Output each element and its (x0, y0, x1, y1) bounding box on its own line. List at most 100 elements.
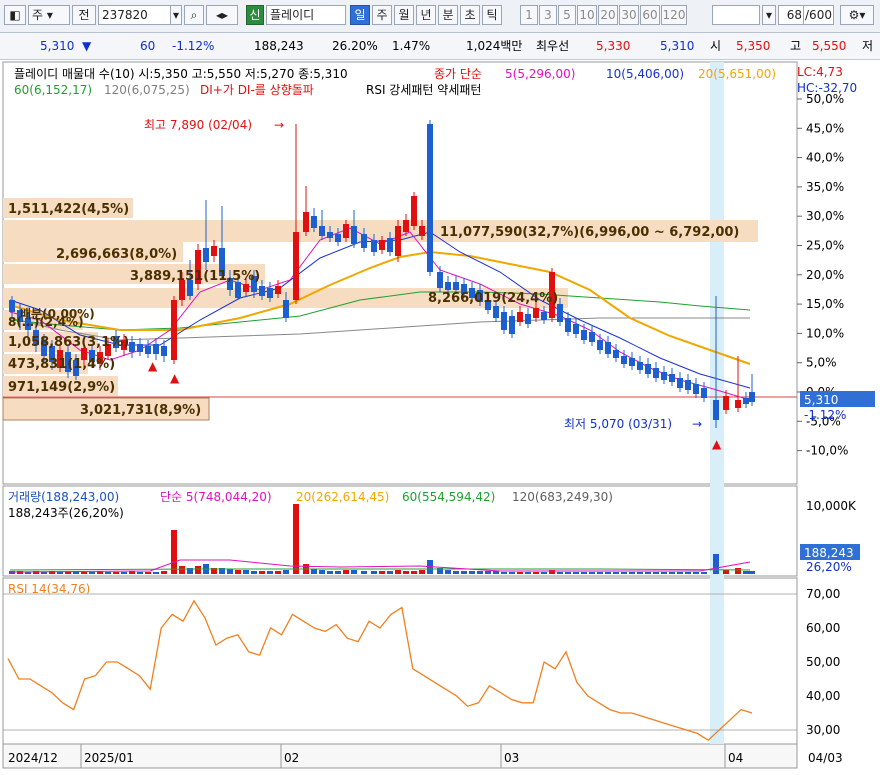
volume-bar (445, 570, 451, 574)
turnover-rate: 1.47% (392, 39, 431, 53)
stock-code-input[interactable]: 237820 (98, 5, 180, 25)
ma5-legend: 5(5,296,00) (505, 67, 575, 81)
volume-bar (293, 504, 299, 574)
interval-button[interactable]: 20 (598, 5, 618, 25)
search-icon[interactable]: ⌕ (184, 5, 204, 25)
period-tab[interactable]: 초 (460, 5, 480, 25)
volume-bar (597, 572, 603, 574)
volume-bar (485, 571, 491, 574)
signal-rsi: RSI 강세패턴 약세패턴 (366, 82, 481, 97)
period-tab[interactable]: 주 (372, 5, 392, 25)
scope-select[interactable]: 전 (72, 5, 96, 25)
volume-bar (685, 572, 691, 574)
interval-button[interactable]: 60 (640, 5, 660, 25)
volume-bar (235, 570, 241, 574)
volume-bar (661, 572, 667, 574)
volume-bar (371, 571, 377, 574)
candle-body (145, 346, 151, 354)
candle-body (311, 216, 317, 228)
volume-bar (105, 572, 111, 574)
profile-label: 2,696,663(8,0%) (56, 247, 177, 262)
volume-bar (379, 571, 385, 574)
volume-bar (179, 566, 185, 574)
signal-di: DI+가 DI-를 상향돌파 (200, 83, 314, 97)
candle[interactable] (411, 192, 417, 230)
candle-body (605, 342, 611, 354)
x-axis-label: 2025/01 (84, 751, 134, 765)
window-menu-icon[interactable]: ◧ (4, 5, 26, 25)
volume-bar (743, 571, 749, 574)
interval-button[interactable]: 10 (577, 5, 597, 25)
candle-body (501, 312, 507, 330)
volume-axis-top: 10,000K (806, 499, 857, 513)
interval-button[interactable]: 120 (661, 5, 687, 25)
volume-bar (387, 571, 393, 574)
period-tab[interactable]: 일 (350, 5, 370, 25)
volume-bar (311, 569, 317, 574)
market-select[interactable]: 주 ▾ (28, 5, 70, 25)
candle-body (573, 324, 579, 334)
interval-button[interactable]: 1 (520, 5, 538, 25)
volume-ratio: 26.20% (332, 39, 378, 53)
price-change-pct: -1.12% (172, 39, 215, 53)
period-tab[interactable]: 년 (416, 5, 436, 25)
candle-body (259, 286, 265, 296)
current-price: 5,310 (40, 39, 75, 53)
vol-ma60-legend: 60(554,594,42) (402, 490, 495, 504)
volume-bar (351, 570, 357, 574)
candle-body (343, 224, 349, 238)
profile-label: 473,831(1,4%) (8, 357, 115, 372)
candle[interactable] (395, 220, 401, 262)
x-axis-label: 2024/12 (8, 751, 58, 765)
pct-tag: -1.12% (804, 408, 846, 422)
x-axis-label: 03 (504, 751, 519, 765)
price-axis-label: -10,0% (806, 444, 848, 458)
price-axis-label: 35,0% (806, 180, 844, 194)
candle-body (533, 308, 539, 318)
interval-button[interactable]: 5 (558, 5, 576, 25)
blank-input[interactable] (712, 5, 760, 25)
sound-icon[interactable]: ◂▸ (206, 5, 238, 25)
volume-legend: 거래량(188,243,00) (8, 490, 119, 504)
candle-body (211, 246, 217, 256)
volume-tag: 188,243 (804, 546, 854, 560)
period-tab[interactable]: 분 (438, 5, 458, 25)
volume-bar (557, 572, 563, 574)
candle-body (303, 212, 309, 232)
hc-label: HC:-32,70 (797, 81, 857, 95)
rsi-panel[interactable] (2, 577, 798, 745)
candle[interactable] (427, 120, 433, 276)
chart-settings-icon[interactable]: ⚙▾ (840, 5, 874, 25)
open-label: 시 (710, 39, 722, 53)
candle-body (661, 372, 667, 380)
page-counter[interactable]: 68 (778, 5, 804, 25)
volume-bar (653, 572, 659, 574)
stock-chart[interactable]: ▲ ▲ ▲ 플레이디 매물대 수(10) 시:5,350 고:5,550 저:5… (0, 60, 880, 772)
profile-label: 1,058,863(3,1%) (8, 335, 129, 350)
candle-body (565, 318, 571, 332)
period-tab[interactable]: 월 (394, 5, 414, 25)
rsi-axis-label: 50,00 (806, 655, 840, 669)
interval-button[interactable]: 3 (539, 5, 557, 25)
volume-bar (605, 572, 611, 574)
volume-bar (477, 571, 483, 574)
candle-body (517, 312, 523, 322)
volume-bar (629, 572, 635, 574)
counter-dropdown-icon[interactable]: ▾ (762, 5, 776, 25)
candle-body (327, 232, 333, 238)
stock-name[interactable]: 플레이디 (266, 5, 346, 25)
candle-body (437, 272, 443, 288)
code-dropdown-icon[interactable]: ▾ (170, 5, 182, 25)
high-annotation: 최고 7,890 (02/04) (144, 118, 252, 132)
x-axis-label: 02 (284, 751, 299, 765)
candle-body (749, 392, 755, 402)
volume-panel[interactable] (2, 485, 798, 577)
volume-bar (145, 572, 151, 574)
chart-area[interactable]: ▲ ▲ ▲ 플레이디 매물대 수(10) 시:5,350 고:5,550 저:5… (0, 60, 880, 772)
volume-bar (749, 571, 755, 574)
volume-bar (361, 571, 367, 574)
candle[interactable] (171, 296, 177, 364)
interval-button[interactable]: 30 (619, 5, 639, 25)
volume-sub-label: 188,243주(26,20%) (8, 506, 124, 520)
period-tab[interactable]: 틱 (482, 5, 502, 25)
